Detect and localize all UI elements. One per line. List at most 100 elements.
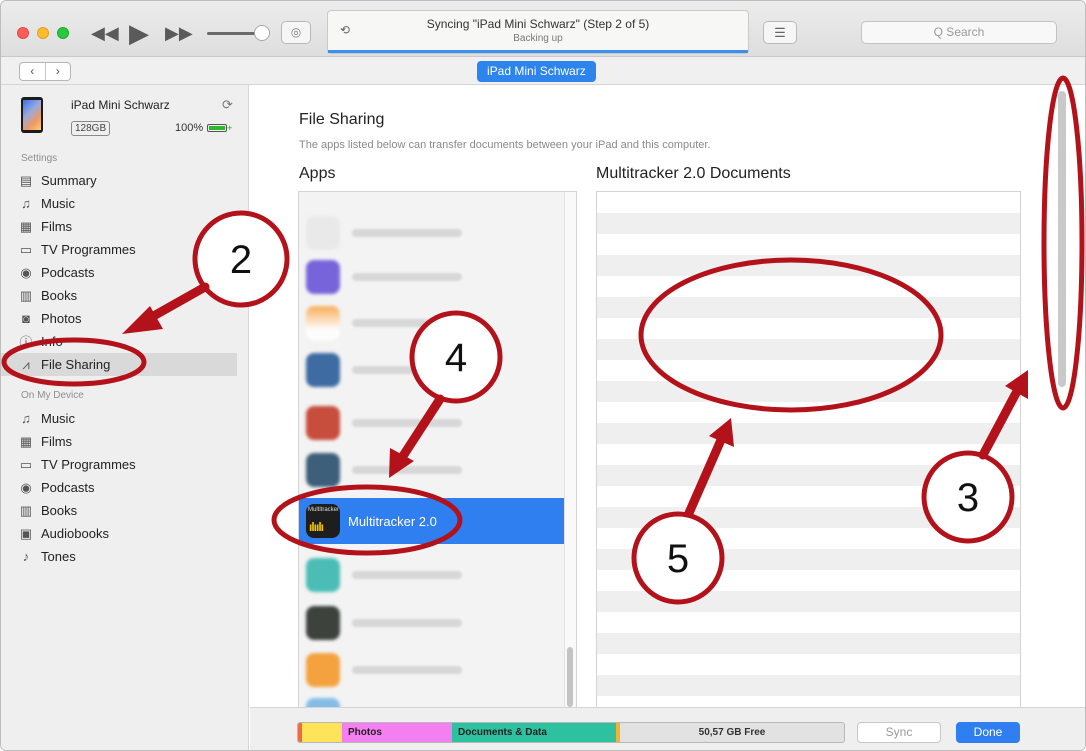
capacity-segment-photos: Photos [342, 723, 452, 742]
bell-icon: ♪ [22, 549, 30, 564]
toolbar: ◀◀ ▶ ▶▶ ◎ ⟲ Syncing "iPad Mini Schwarz" … [1, 1, 1085, 57]
rewind-icon[interactable]: ◀◀ [91, 24, 119, 42]
airplay-button[interactable]: ◎ [281, 21, 311, 44]
list-icon: ☰ [774, 25, 786, 40]
tv-icon: ▭ [19, 456, 33, 472]
sidebar-item-label: Tones [41, 549, 76, 564]
capacity-segment-other [302, 723, 342, 742]
sync-icon[interactable]: ⟳ [222, 97, 233, 113]
forward-button[interactable]: › [46, 63, 71, 80]
main-scrollbar[interactable] [1055, 87, 1069, 393]
back-forward-buttons: ‹ › [19, 62, 71, 81]
apps-scroll-thumb[interactable] [567, 647, 573, 707]
sidebar-item-tv-programmes[interactable]: ▭ TV Programmes [1, 238, 237, 261]
sidebar-item-films[interactable]: ▦ Films [1, 215, 237, 238]
app-row[interactable] [299, 300, 564, 346]
search-field[interactable]: Q Search [861, 21, 1057, 44]
sidebar-item-label: Podcasts [41, 265, 95, 280]
music-note-icon: ♫ [21, 411, 31, 426]
sync-title: Syncing "iPad Mini Schwarz" (Step 2 of 5… [426, 17, 650, 31]
podcast-icon: ◉ [20, 264, 32, 280]
sidebar-item-label: Summary [41, 173, 97, 188]
sidebar: iPad Mini Schwarz 128GB ⟳ 100% + Settings… [1, 85, 249, 750]
sidebar-item-label: Podcasts [41, 480, 95, 495]
documents-header: Multitracker 2.0 Documents [596, 165, 791, 182]
done-button[interactable]: Done [956, 722, 1020, 743]
volume-knob[interactable] [254, 25, 270, 41]
music-note-icon: ♫ [21, 196, 31, 211]
sidebar-item-music[interactable]: ♫ Music [1, 407, 237, 430]
device-name: iPad Mini Schwarz [71, 98, 170, 112]
sidebar-item-music[interactable]: ♫ Music [1, 192, 237, 215]
sidebar-item-audiobooks[interactable]: ▣ Audiobooks [1, 522, 237, 545]
close-window-button[interactable] [17, 27, 29, 39]
sync-button[interactable]: Sync [857, 722, 941, 743]
podcast-icon: ◉ [20, 479, 32, 495]
app-store-icon: ⩘ [22, 356, 30, 372]
sidebar-item-photos[interactable]: ◙ Photos [1, 307, 237, 330]
sidebar-item-tv-programmes[interactable]: ▭ TV Programmes [1, 453, 237, 476]
minimize-window-button[interactable] [37, 27, 49, 39]
sidebar-item-label: Books [41, 288, 78, 303]
film-icon: ▦ [19, 433, 33, 449]
sidebar-item-info[interactable]: ⓘ Info [1, 330, 237, 353]
capacity-bar: Photos Documents & Data 50,57 GB Free [297, 722, 845, 743]
summary-icon: ▤ [19, 172, 33, 188]
sidebar-item-label: TV Programmes [41, 242, 136, 257]
device-button[interactable]: iPad Mini Schwarz [477, 61, 596, 82]
sidebar-item-label: File Sharing [41, 357, 111, 372]
app-label: Multitracker 2.0 [348, 513, 437, 529]
sidebar-item-label: Info [41, 334, 63, 349]
airplay-icon: ◎ [290, 25, 302, 39]
up-next-button[interactable]: ☰ [763, 21, 797, 44]
sidebar-item-films[interactable]: ▦ Films [1, 430, 237, 453]
fast-forward-icon[interactable]: ▶▶ [165, 24, 193, 42]
sidebar-item-label: Music [41, 411, 75, 426]
sidebar-item-label: Audiobooks [41, 526, 109, 541]
info-icon: ⓘ [19, 335, 33, 350]
main-scroll-thumb[interactable] [1058, 91, 1066, 387]
app-row[interactable] [299, 647, 564, 693]
app-row[interactable] [299, 600, 564, 646]
back-button[interactable]: ‹ [20, 63, 46, 80]
zoom-window-button[interactable] [57, 27, 69, 39]
capacity-free: 50,57 GB Free [620, 723, 844, 742]
ipad-icon [21, 97, 43, 133]
capacity-segment-docs: Documents & Data [452, 723, 616, 742]
sidebar-item-label: Films [41, 434, 73, 449]
battery-status: 100% + [175, 122, 233, 134]
apps-scrollbar[interactable] [564, 192, 576, 708]
sidebar-item-podcasts[interactable]: ◉ Podcasts [1, 476, 237, 499]
sidebar-item-summary[interactable]: ▤ Summary [1, 169, 237, 192]
app-row[interactable] [299, 552, 564, 598]
sidebar-item-label: Photos [41, 311, 82, 326]
sidebar-item-tones[interactable]: ♪ Tones [1, 545, 237, 568]
capacity-badge: 128GB [71, 121, 111, 136]
tv-icon: ▭ [19, 241, 33, 257]
documents-list[interactable] [596, 191, 1021, 709]
apps-header: Apps [299, 165, 336, 182]
app-row[interactable] [299, 447, 564, 493]
sidebar-item-label: Books [41, 503, 78, 518]
sidebar-item-label: Films [41, 219, 73, 234]
battery-percent: 100% [175, 122, 204, 134]
sidebar-item-label: TV Programmes [41, 457, 136, 472]
app-row[interactable] [299, 210, 564, 256]
sync-status-icon: ⟲ [340, 23, 351, 37]
on-my-device-header: On My Device [21, 390, 84, 401]
sync-subtitle: Backing up [513, 33, 563, 44]
sidebar-item-label: Music [41, 196, 75, 211]
battery-icon [207, 124, 228, 132]
sidebar-item-books[interactable]: ▥ Books [1, 499, 237, 522]
app-row[interactable] [299, 254, 564, 300]
sidebar-item-podcasts[interactable]: ◉ Podcasts [1, 261, 237, 284]
apps-list[interactable]: Multitracker ılıılı Multitracker 2.0 [298, 191, 577, 709]
app-row-multitracker[interactable]: Multitracker ılıılı Multitracker 2.0 [299, 498, 564, 544]
play-icon[interactable]: ▶ [129, 20, 149, 46]
app-row[interactable] [299, 400, 564, 446]
settings-header: Settings [21, 153, 58, 164]
sidebar-item-books[interactable]: ▥ Books [1, 284, 237, 307]
sidebar-item-file-sharing[interactable]: ⩘ File Sharing [1, 353, 237, 376]
app-row[interactable] [299, 347, 564, 393]
itunes-window: ◀◀ ▶ ▶▶ ◎ ⟲ Syncing "iPad Mini Schwarz" … [0, 0, 1086, 751]
